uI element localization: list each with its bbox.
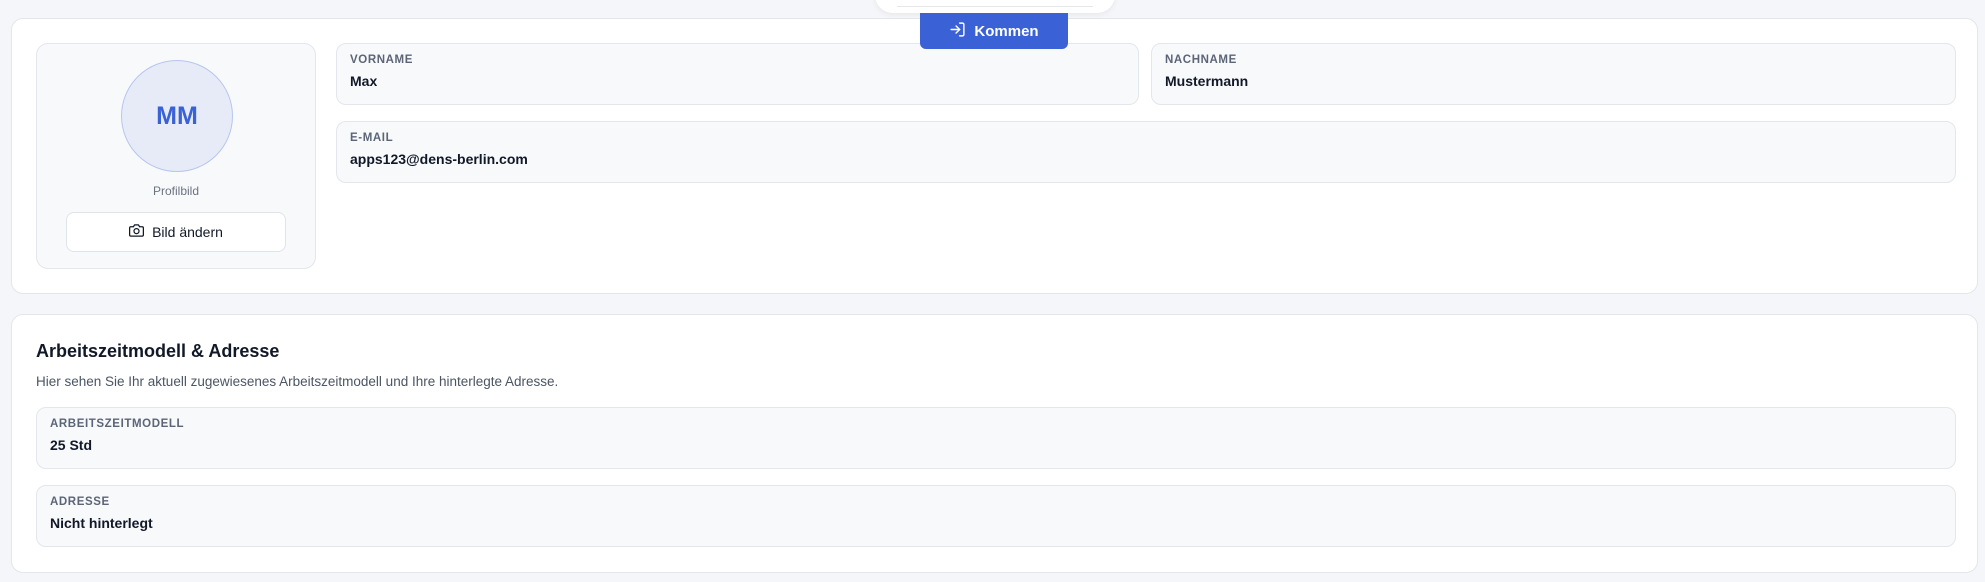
- nachname-label: NACHNAME: [1165, 54, 1237, 66]
- work-model-value: 25 Std: [50, 437, 93, 453]
- vorname-label: VORNAME: [350, 54, 413, 66]
- section-title: Arbeitszeitmodell & Adresse: [36, 341, 280, 361]
- address-label: ADRESSE: [50, 496, 110, 508]
- kommen-button[interactable]: Kommen: [920, 13, 1068, 49]
- change-image-button[interactable]: Bild ändern: [66, 212, 286, 252]
- vorname-field: VORNAME Max: [336, 43, 1139, 105]
- change-image-label: Bild ändern: [152, 224, 223, 240]
- work-model-label: ARBEITSZEITMODELL: [50, 418, 185, 430]
- work-model-card: Arbeitszeitmodell & Adresse Hier sehen S…: [11, 314, 1978, 573]
- address-field: ADRESSE Nicht hinterlegt: [36, 485, 1956, 547]
- work-model-field: ARBEITSZEITMODELL 25 Std: [36, 407, 1956, 469]
- email-value: apps123@dens-berlin.com: [350, 151, 528, 167]
- log-in-icon: [949, 21, 966, 42]
- vorname-value: Max: [350, 73, 378, 89]
- email-label: E-MAIL: [350, 132, 394, 144]
- address-value: Nicht hinterlegt: [50, 515, 153, 531]
- avatar-initials: MM: [156, 101, 198, 130]
- panel-divider: [897, 6, 1093, 7]
- avatar-caption: Profilbild: [152, 184, 200, 198]
- avatar: MM: [121, 60, 233, 172]
- kommen-label: Kommen: [974, 22, 1039, 40]
- top-floating-panel: [875, 0, 1115, 13]
- profile-card: MM Profilbild Bild ändern VORNAME Max NA…: [11, 18, 1978, 294]
- nachname-value: Mustermann: [1165, 73, 1249, 89]
- nachname-field: NACHNAME Mustermann: [1151, 43, 1956, 105]
- avatar-panel: MM Profilbild Bild ändern: [36, 43, 316, 269]
- camera-icon: [129, 223, 145, 241]
- email-field: E-MAIL apps123@dens-berlin.com: [336, 121, 1956, 183]
- section-description: Hier sehen Sie Ihr aktuell zugewiesenes …: [36, 374, 559, 389]
